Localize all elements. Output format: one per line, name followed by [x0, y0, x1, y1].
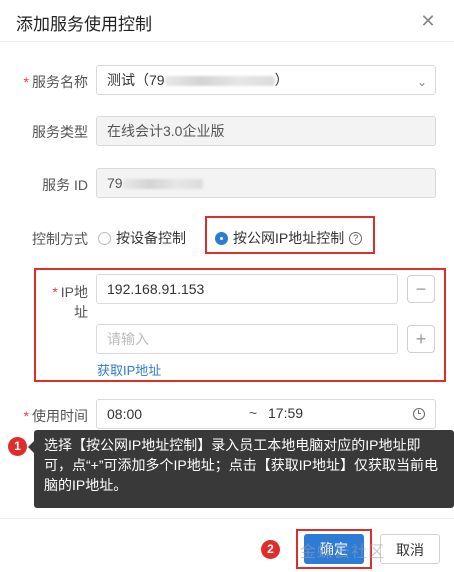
time-separator: ~: [249, 405, 258, 421]
service-name-label: * 服务名称: [23, 74, 88, 90]
time-range-picker[interactable]: 08:00: [96, 399, 436, 429]
dialog-title: 添加服务使用控制: [16, 15, 152, 34]
ip-label: * IP地址: [52, 284, 88, 320]
service-type-field: 在线会计3.0企业版: [96, 116, 436, 146]
close-icon[interactable]: ✕: [416, 9, 440, 33]
ip-input-1[interactable]: 192.168.91.153: [96, 274, 398, 304]
redacted-text: [122, 179, 203, 190]
annotation-badge-2: 2: [261, 540, 280, 559]
dialog-header: 添加服务使用控制 ✕: [0, 0, 454, 42]
radio-device-control[interactable]: 按设备控制: [98, 228, 186, 248]
watermark: 金蝶云社区: [300, 544, 386, 561]
footer-divider: [0, 518, 454, 519]
control-mode-label: 控制方式: [32, 231, 88, 247]
help-icon[interactable]: ?: [349, 231, 363, 245]
service-name-select[interactable]: 测试（79） ⌄: [96, 65, 436, 95]
clock-icon: [413, 408, 425, 420]
ip-input-2[interactable]: 请输入: [96, 324, 398, 354]
end-time: 17:59: [268, 405, 304, 421]
plus-icon[interactable]: +: [407, 325, 435, 353]
redacted-text: [164, 76, 275, 87]
cancel-button[interactable]: 取消: [380, 534, 440, 564]
annotation-badge-1: 1: [8, 437, 27, 456]
instruction-tooltip: 选择【按公网IP地址控制】录入员工本地电脑对应的IP地址即可，点“+”可添加多个…: [34, 430, 454, 508]
use-time-label: * 使用时间: [23, 408, 88, 424]
minus-icon[interactable]: −: [407, 275, 435, 303]
radio-unchecked-icon: [98, 231, 111, 245]
service-type-label: 服务类型: [32, 124, 88, 140]
radio-ip-control[interactable]: 按公网IP地址控制 ?: [215, 228, 363, 248]
service-id-field: 79: [96, 168, 436, 198]
chevron-down-icon: ⌄: [416, 75, 427, 89]
fetch-ip-link[interactable]: 获取IP地址: [97, 360, 161, 379]
service-id-label: 服务 ID: [42, 177, 88, 193]
radio-checked-icon: [215, 231, 228, 245]
